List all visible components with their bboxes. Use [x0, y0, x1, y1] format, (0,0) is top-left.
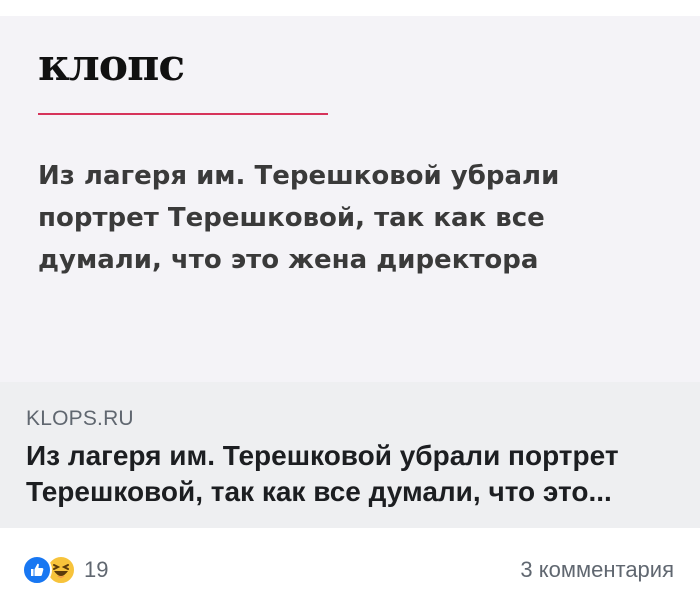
logo-divider: [38, 113, 328, 115]
klops-logo: клопс: [38, 40, 185, 91]
link-preview-image[interactable]: клопс Из лагеря им. Терешковой убрали по…: [0, 16, 700, 382]
preview-headline: Из лагеря им. Терешковой убрали портрет …: [38, 161, 560, 275]
comments-link[interactable]: 3 комментария: [520, 557, 674, 583]
top-strip: [0, 0, 700, 16]
link-preview-meta[interactable]: KLOPS.RU Из лагеря им. Терешковой убрали…: [0, 382, 700, 528]
reactions-summary[interactable]: 19: [22, 555, 108, 585]
link-domain: KLOPS.RU: [26, 407, 134, 430]
link-title[interactable]: Из лагеря им. Терешковой убрали портрет …: [26, 438, 666, 510]
post-footer: 19 3 комментария: [0, 528, 700, 612]
reaction-count: 19: [84, 557, 109, 582]
like-icon: [22, 555, 52, 585]
